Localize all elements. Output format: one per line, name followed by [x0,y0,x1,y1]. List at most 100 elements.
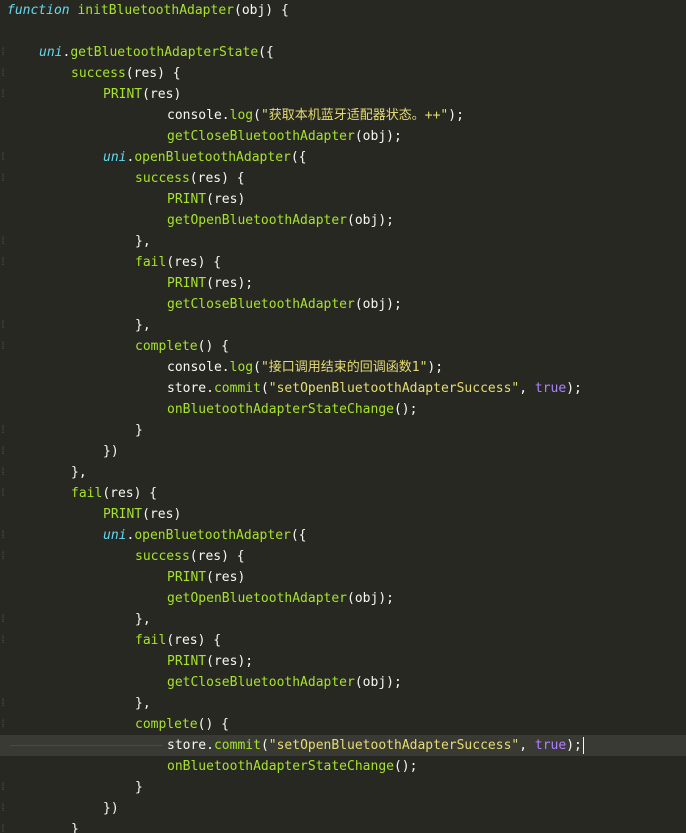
code-line[interactable]: ⁞}) [0,798,686,819]
code-content: PRINT(res); [167,651,253,672]
code-token: console. [167,108,230,123]
fold-marker-icon[interactable]: ⁞ [0,630,6,651]
fold-marker-icon[interactable]: ⁞ [0,777,6,798]
fold-marker-icon[interactable]: ⁞ [0,546,6,567]
fold-marker-icon[interactable]: ⁞ [0,483,6,504]
code-line[interactable]: ⁞ fail(res) { [0,252,686,273]
fold-marker-icon[interactable]: ⁞ [0,525,6,546]
fold-marker-icon[interactable]: ⁞ [0,63,6,84]
code-token: openBluetoothAdapter [134,150,291,165]
fold-marker-icon[interactable]: ⁞ [0,798,6,819]
code-line[interactable]: ⁞ complete() { [0,336,686,357]
code-line[interactable] [0,21,686,42]
code-token: ({ [290,528,307,543]
code-line[interactable]: getOpenBluetoothAdapter(obj); [0,210,686,231]
code-content: }, [135,231,151,252]
code-token: function [7,3,70,18]
code-token: () { [197,339,229,354]
code-line[interactable]: onBluetoothAdapterStateChange(); [0,399,686,420]
code-line[interactable]: ⁞}, [0,462,686,483]
code-token: }) [103,801,119,816]
code-line[interactable]: ⁞ uni.openBluetoothAdapter({ [0,147,686,168]
code-token: , [519,738,535,753]
fold-marker-icon[interactable]: ⁞ [0,609,6,630]
code-line[interactable]: ⁞} [0,420,686,441]
fold-marker-icon[interactable]: ⁞ [0,462,6,483]
code-token: fail [135,633,167,648]
code-line[interactable]: console.log("获取本机蓝牙适配器状态。++"); [0,105,686,126]
code-content: getOpenBluetoothAdapter(obj); [167,210,394,231]
code-line[interactable]: PRINT(res) [0,504,686,525]
fold-marker-icon[interactable]: ⁞ [0,231,6,252]
code-token: ); [427,360,444,375]
code-line[interactable]: ⁞}, [0,315,686,336]
code-token: onBluetoothAdapterStateChange [167,759,394,774]
code-line[interactable]: ⁞} [0,777,686,798]
code-editor[interactable]: function initBluetoothAdapter(obj) {⁞ uni… [0,0,686,833]
code-line[interactable]: ⁞ success(res) { [0,546,686,567]
code-line[interactable]: onBluetoothAdapterStateChange(); [0,756,686,777]
code-token: true [534,738,567,753]
fold-marker-icon[interactable]: ⁞ [0,420,6,441]
code-token: , [519,381,535,396]
code-line[interactable]: PRINT(res) [0,189,686,210]
code-line[interactable]: ⁞ success(res) { [0,168,686,189]
code-token: } [135,780,143,795]
code-line[interactable]: getCloseBluetoothAdapter(obj); [0,126,686,147]
fold-marker-icon[interactable]: ⁞ [0,168,6,189]
fold-marker-icon[interactable]: ⁞ [0,147,6,168]
code-token: (res) [206,192,246,207]
code-line[interactable]: ⁞ uni.openBluetoothAdapter({ [0,525,686,546]
code-token: openBluetoothAdapter [134,528,291,543]
code-line[interactable]: ⁞}) [0,441,686,462]
fold-marker-icon[interactable]: ⁞ [0,441,6,462]
code-line[interactable]: store.commit("setOpenBluetoothAdapterSuc… [0,378,686,399]
code-content: PRINT(res); [167,273,253,294]
code-line[interactable]: ⁞ PRINT(res) [0,84,686,105]
code-token: (obj); [354,297,402,312]
code-line[interactable]: PRINT(res); [0,651,686,672]
fold-marker-icon[interactable]: ⁞ [0,42,6,63]
code-line[interactable]: ⁞ complete() { [0,714,686,735]
code-token: (res) [142,507,182,522]
code-content: console.log("获取本机蓝牙适配器状态。++"); [167,105,464,126]
code-token: commit [213,738,261,753]
code-token: "setOpenBluetoothAdapterSuccess" [268,738,520,753]
code-token: (obj) { [234,3,289,18]
code-line[interactable]: function initBluetoothAdapter(obj) { [0,0,686,21]
code-line[interactable]: console.log("接口调用结束的回调函数1"); [0,357,686,378]
code-content: }, [135,693,151,714]
fold-marker-icon[interactable]: ⁞ [0,693,6,714]
code-token: ); [566,738,582,753]
code-token: }, [71,465,87,480]
fold-marker-icon[interactable]: ⁞ [0,252,6,273]
code-content: onBluetoothAdapterStateChange(); [167,756,417,777]
code-token: success [71,66,126,81]
code-line[interactable]: ⁞ fail(res) { [0,630,686,651]
code-line[interactable]: getCloseBluetoothAdapter(obj); [0,672,686,693]
fold-marker-icon[interactable]: ⁞ [0,819,6,833]
code-line[interactable]: ⁞} [0,819,686,833]
code-line[interactable]: store.commit("setOpenBluetoothAdapterSuc… [0,735,686,756]
code-line[interactable]: ⁞}, [0,693,686,714]
code-token: uni [103,150,127,165]
code-content: } [135,420,143,441]
code-line[interactable]: ⁞ success(res) { [0,63,686,84]
fold-marker-icon[interactable]: ⁞ [0,336,6,357]
code-line[interactable]: PRINT(res); [0,273,686,294]
code-line[interactable]: ⁞}, [0,231,686,252]
code-line[interactable]: getOpenBluetoothAdapter(obj); [0,588,686,609]
code-token: initBluetoothAdapter [77,3,234,18]
code-line[interactable]: PRINT(res) [0,567,686,588]
code-line[interactable]: ⁞}, [0,609,686,630]
code-token: true [534,381,567,396]
fold-marker-icon[interactable]: ⁞ [0,315,6,336]
code-token: complete [135,717,198,732]
code-line[interactable]: getCloseBluetoothAdapter(obj); [0,294,686,315]
code-line[interactable]: ⁞ uni.getBluetoothAdapterState({ [0,42,686,63]
fold-marker-icon[interactable]: ⁞ [0,84,6,105]
fold-marker-icon[interactable]: ⁞ [0,714,6,735]
code-token: store. [167,381,214,396]
code-line[interactable]: ⁞ fail(res) { [0,483,686,504]
code-token: PRINT [167,654,207,669]
